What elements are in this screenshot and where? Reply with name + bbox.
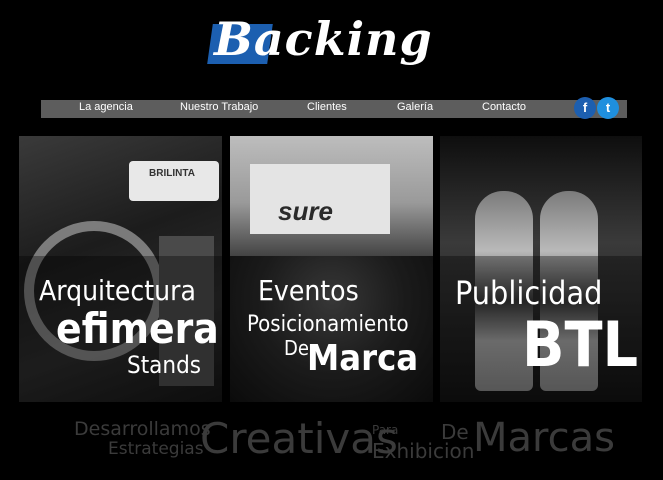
panel-title-line2: Posicionamiento xyxy=(247,312,409,337)
panel-title-line3: Marca xyxy=(307,338,419,379)
tagline-word: Para xyxy=(372,423,399,437)
tagline-word: De xyxy=(441,420,469,444)
nav-item-la-agencia[interactable]: La agencia xyxy=(79,101,133,113)
twitter-icon[interactable]: t xyxy=(597,97,619,119)
nav-item-galeria[interactable]: Galería xyxy=(397,101,433,113)
tagline-word: Desarrollamos xyxy=(74,418,211,440)
nav-item-clientes[interactable]: Clientes xyxy=(307,101,347,113)
panel-title-line3-prefix: De xyxy=(284,336,309,360)
panel-title-line1: Publicidad xyxy=(455,274,603,312)
tagline-word: Marcas xyxy=(473,415,615,461)
tagline-word: Creativas xyxy=(200,414,398,463)
panel-title-line1: Eventos xyxy=(258,274,359,307)
panel-title-line3: Stands xyxy=(127,351,202,379)
panel-arquitectura[interactable]: BRILINTA Arquitectura efimera Stands xyxy=(19,136,222,402)
nav-item-contacto[interactable]: Contacto xyxy=(482,101,526,113)
logo-text: Backing xyxy=(214,12,433,66)
facebook-icon[interactable]: f xyxy=(574,97,596,119)
nav-item-nuestro-trabajo[interactable]: Nuestro Trabajo xyxy=(180,101,258,113)
tagline-word: Estrategias xyxy=(108,439,204,459)
event-brand-label: sure xyxy=(278,196,333,226)
stand-sign xyxy=(129,161,219,201)
brand-logo[interactable]: Backing xyxy=(207,12,460,70)
panel-title-line1: Arquitectura xyxy=(39,274,196,307)
panel-eventos[interactable]: sure Eventos Posicionamiento De Marca xyxy=(230,136,433,402)
stand-brand-label: BRILINTA xyxy=(149,168,195,179)
main-nav: La agencia Nuestro Trabajo Clientes Gale… xyxy=(41,97,627,119)
panel-title-line2: efimera xyxy=(56,304,219,353)
tagline-word: Exhibicion xyxy=(372,439,475,463)
panel-title-line2: BTL xyxy=(522,308,639,381)
panel-publicidad[interactable]: Publicidad BTL xyxy=(440,136,642,402)
